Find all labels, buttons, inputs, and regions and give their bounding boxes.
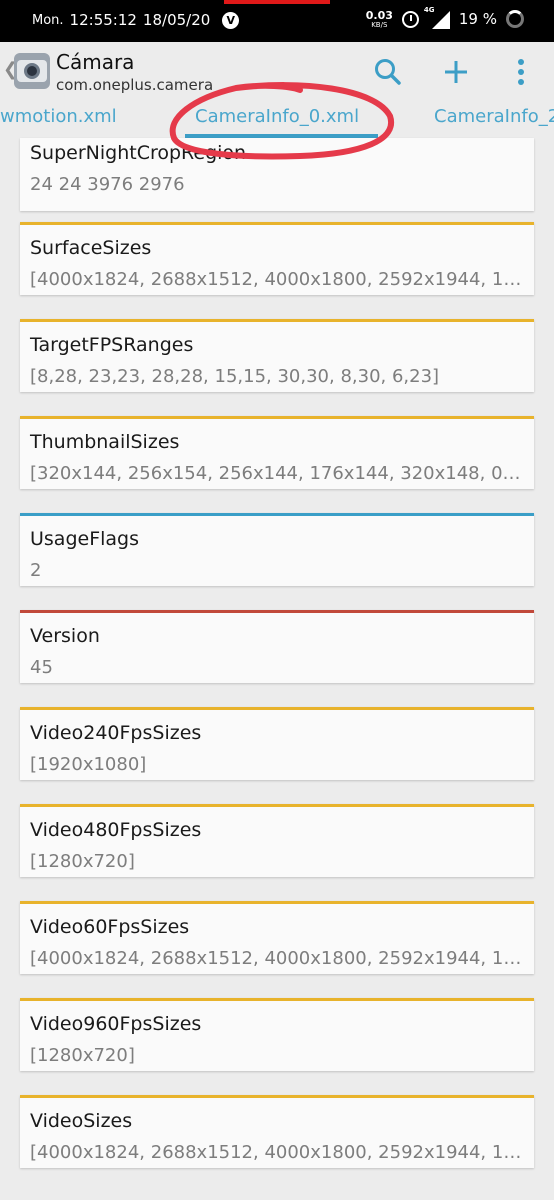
carrier-icon: V: [222, 11, 240, 29]
net-speed-value: 0.03: [365, 8, 393, 22]
status-day: Mon.: [32, 12, 64, 28]
entry-value: [4000x1824, 2688x1512, 4000x1800, 2592x1…: [30, 269, 524, 290]
entry-name: ThumbnailSizes: [30, 431, 180, 453]
status-bar-left: Mon. 12:55:12 18/05/20 V: [32, 11, 240, 29]
entry-value: 45: [30, 657, 53, 678]
camera-app-icon[interactable]: [14, 53, 50, 89]
entry-value: [4000x1824, 2688x1512, 4000x1800, 2592x1…: [30, 948, 524, 969]
app-package-name: com.oneplus.camera: [56, 76, 214, 94]
search-icon[interactable]: [372, 56, 404, 88]
file-tabs: wmotion.xml CameraInfo_0.xml CameraInfo_…: [0, 100, 554, 138]
entry-value: [1280x720]: [30, 851, 135, 872]
entry-value: [320x144, 256x154, 256x144, 176x144, 320…: [30, 463, 524, 484]
more-vert-icon[interactable]: [505, 56, 537, 88]
status-bar-right: 0.03 KB/S 4G 19 %: [366, 6, 524, 29]
app-bar: ❮ Cámara com.oneplus.camera: [0, 42, 554, 100]
battery-ring-icon: [506, 10, 524, 28]
list-item[interactable]: Version 45: [20, 610, 534, 683]
list-item[interactable]: SurfaceSizes [4000x1824, 2688x1512, 4000…: [20, 222, 534, 295]
net-speed-unit: KB/S: [371, 20, 388, 29]
entry-name: Video60FpsSizes: [30, 916, 190, 938]
entry-value: [4000x1824, 2688x1512, 4000x1800, 2592x1…: [30, 1142, 524, 1163]
battery-percent: 19 %: [458, 10, 497, 28]
entry-name: TargetFPSRanges: [30, 334, 194, 356]
entry-value: [1280x720]: [30, 1045, 135, 1066]
status-bar-notch-marker: [224, 0, 330, 4]
list-item[interactable]: TargetFPSRanges [8,28, 23,23, 28,28, 15,…: [20, 319, 534, 392]
status-time: 12:55:12: [69, 11, 137, 29]
app-title: Cámara: [56, 50, 135, 74]
entry-value: 24 24 3976 2976: [30, 174, 185, 195]
entry-name: Version: [30, 625, 100, 647]
entry-name: UsageFlags: [30, 528, 140, 550]
list-item[interactable]: Video240FpsSizes [1920x1080]: [20, 707, 534, 780]
entry-name: Video960FpsSizes: [30, 1013, 202, 1035]
tab-camerainfo-0-xml[interactable]: CameraInfo_0.xml: [195, 106, 359, 127]
entry-value: [8,28, 23,23, 28,28, 15,15, 30,30, 8,30,…: [30, 366, 440, 387]
list-item[interactable]: Video480FpsSizes [1280x720]: [20, 804, 534, 877]
net-speed: 0.03 KB/S: [366, 10, 393, 29]
entry-name: SuperNightCropRegion: [30, 142, 247, 164]
alarm-icon: [401, 10, 419, 28]
tab-wmotion-xml[interactable]: wmotion.xml: [0, 106, 117, 127]
entry-value: [1920x1080]: [30, 754, 147, 775]
status-bar: Mon. 12:55:12 18/05/20 V 0.03 KB/S 4G 19…: [0, 0, 554, 42]
list-item[interactable]: ThumbnailSizes [320x144, 256x154, 256x14…: [20, 416, 534, 489]
tab-camerainfo-2[interactable]: CameraInfo_2: [434, 106, 554, 127]
status-date: 18/05/20: [142, 11, 211, 29]
list-item[interactable]: SuperNightCropRegion 24 24 3976 2976: [20, 138, 534, 211]
signal-icon: 4G: [424, 6, 450, 29]
entry-value: 2: [30, 560, 42, 581]
entry-name: Video480FpsSizes: [30, 819, 202, 841]
plus-icon[interactable]: [440, 56, 472, 88]
entry-name: SurfaceSizes: [30, 237, 152, 259]
entry-name: Video240FpsSizes: [30, 722, 202, 744]
list-item[interactable]: VideoSizes [4000x1824, 2688x1512, 4000x1…: [20, 1095, 534, 1168]
entry-name: VideoSizes: [30, 1110, 133, 1132]
list-item[interactable]: Video960FpsSizes [1280x720]: [20, 998, 534, 1071]
list-item[interactable]: Video60FpsSizes [4000x1824, 2688x1512, 4…: [20, 901, 534, 974]
list-item[interactable]: UsageFlags 2: [20, 513, 534, 586]
